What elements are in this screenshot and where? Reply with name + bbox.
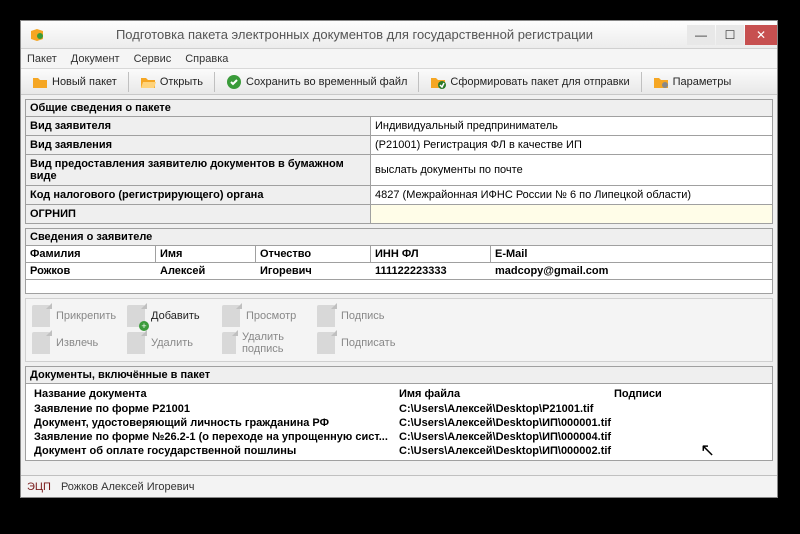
applicant-email: madcopy@gmail.com xyxy=(491,263,772,279)
open-button[interactable]: Открыть xyxy=(133,71,210,93)
maximize-button[interactable]: ☐ xyxy=(716,25,744,45)
menu-help[interactable]: Справка xyxy=(185,53,228,65)
menu-service[interactable]: Сервис xyxy=(134,53,172,65)
view-button: Просмотр xyxy=(218,303,313,329)
titlebar: Подготовка пакета электронных документов… xyxy=(21,21,777,49)
applicant-name: Алексей xyxy=(156,263,256,279)
document-row[interactable]: Заявление по форме №26.2-1 (о переходе н… xyxy=(26,430,772,444)
applicant-columns: Фамилия Имя Отчество ИНН ФЛ E-Mail xyxy=(25,245,773,263)
ogrnip-value[interactable] xyxy=(371,205,773,224)
divider xyxy=(128,72,129,92)
col-email: E-Mail xyxy=(491,246,772,262)
application-type-label: Вид заявления xyxy=(26,136,371,155)
doc-icon xyxy=(32,332,50,354)
app-window: Подготовка пакета электронных документов… xyxy=(20,20,778,498)
folder-send-icon xyxy=(430,74,446,90)
delivery-label: Вид предоставления заявителю документов … xyxy=(26,155,371,186)
package-info-header: Общие сведения о пакете xyxy=(25,99,773,116)
menu-paket[interactable]: Пакет xyxy=(27,53,57,65)
ogrnip-label: ОГРНИП xyxy=(26,205,371,224)
doc-icon xyxy=(317,332,335,354)
col-patronymic: Отчество xyxy=(256,246,371,262)
gear-icon xyxy=(653,74,669,90)
divider xyxy=(641,72,642,92)
toolbar: Новый пакет Открыть Сохранить во временн… xyxy=(21,69,777,95)
document-actions: Прикрепить + Добавить Просмотр Подпись И… xyxy=(25,298,773,362)
add-button[interactable]: + Добавить xyxy=(123,303,218,329)
content-area: Общие сведения о пакете Вид заявителя Ин… xyxy=(21,95,777,475)
attach-button: Прикрепить xyxy=(28,303,123,329)
applicant-row[interactable]: Рожков Алексей Игоревич 111122223333 mad… xyxy=(25,263,773,280)
applicant-blank xyxy=(25,280,773,294)
applicant-patronymic: Игоревич xyxy=(256,263,371,279)
doc-icon xyxy=(317,305,335,327)
col-inn: ИНН ФЛ xyxy=(371,246,491,262)
save-icon xyxy=(226,74,242,90)
document-row[interactable]: Заявление по форме Р21001 C:\Users\Алекс… xyxy=(26,402,772,416)
col-doc-name: Название документа xyxy=(34,388,399,400)
params-button[interactable]: Параметры xyxy=(646,71,739,93)
tax-code-label: Код налогового (регистрирующего) органа xyxy=(26,186,371,205)
applicant-surname: Рожков xyxy=(26,263,156,279)
applicant-type-value[interactable]: Индивидуальный предприниматель xyxy=(371,117,773,136)
menubar: Пакет Документ Сервис Справка xyxy=(21,49,777,69)
signature-button: Подпись xyxy=(313,303,408,329)
package-info-grid: Вид заявителя Индивидуальный предпринима… xyxy=(25,116,773,224)
statusbar: ЭЦП Рожков Алексей Игоревич xyxy=(21,475,777,497)
menu-document[interactable]: Документ xyxy=(71,53,120,65)
form-packet-button[interactable]: Сформировать пакет для отправки xyxy=(423,71,636,93)
sign-button: Подписать xyxy=(313,329,408,357)
doc-columns: Название документа Имя файла Подписи xyxy=(26,386,772,402)
folder-open-icon xyxy=(140,74,156,90)
documents-list[interactable]: Название документа Имя файла Подписи Зая… xyxy=(25,383,773,461)
doc-icon xyxy=(127,332,145,354)
divider xyxy=(214,72,215,92)
doc-icon xyxy=(32,305,50,327)
col-doc-file: Имя файла xyxy=(399,388,614,400)
save-temp-button[interactable]: Сохранить во временный файл xyxy=(219,71,414,93)
status-user: Рожков Алексей Игоревич xyxy=(61,481,195,493)
new-package-button[interactable]: Новый пакет xyxy=(25,71,124,93)
window-title: Подготовка пакета электронных документов… xyxy=(53,27,686,42)
close-button[interactable]: ✕ xyxy=(745,25,777,45)
document-row[interactable]: Документ об оплате государственной пошли… xyxy=(26,444,772,458)
document-row[interactable]: Документ, удостоверяющий личность гражда… xyxy=(26,416,772,430)
delivery-value[interactable]: выслать документы по почте xyxy=(371,155,773,186)
divider xyxy=(418,72,419,92)
delete-signature-button: Удалить подпись xyxy=(218,329,313,357)
docs-header: Документы, включённые в пакет xyxy=(25,366,773,383)
minimize-button[interactable]: — xyxy=(687,25,715,45)
app-icon xyxy=(29,27,45,43)
application-type-value[interactable]: (Р21001) Регистрация ФЛ в качестве ИП xyxy=(371,136,773,155)
applicant-type-label: Вид заявителя xyxy=(26,117,371,136)
tax-code-value[interactable]: 4827 (Межрайонная ИФНС России № 6 по Лип… xyxy=(371,186,773,205)
applicant-info-header: Сведения о заявителе xyxy=(25,228,773,245)
applicant-inn: 111122223333 xyxy=(371,263,491,279)
doc-icon xyxy=(222,332,236,354)
col-doc-sign: Подписи xyxy=(614,388,764,400)
doc-icon xyxy=(222,305,240,327)
col-name: Имя xyxy=(156,246,256,262)
delete-button: Удалить xyxy=(123,329,218,357)
folder-new-icon xyxy=(32,74,48,90)
extract-button: Извлечь xyxy=(28,329,123,357)
doc-add-icon: + xyxy=(127,305,145,327)
ecp-link[interactable]: ЭЦП xyxy=(27,481,51,493)
col-surname: Фамилия xyxy=(26,246,156,262)
